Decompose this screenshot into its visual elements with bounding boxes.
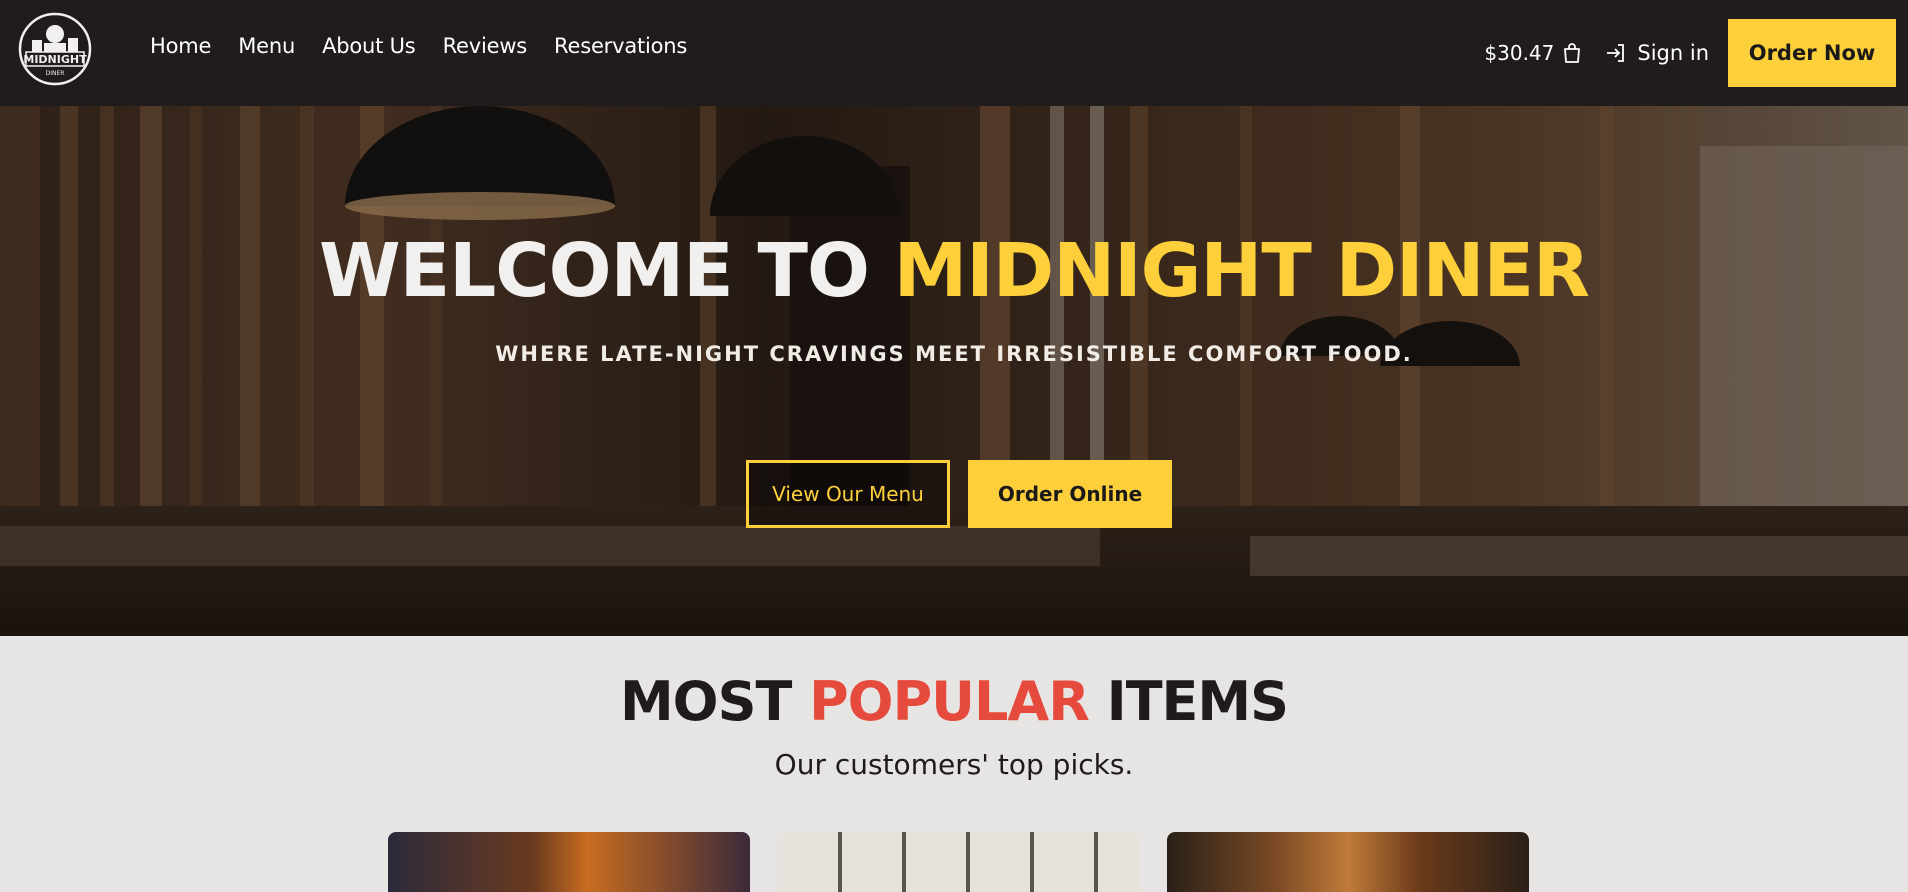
hero-title: WELCOME TO MIDNIGHT DINER [0,228,1908,314]
hero-buttons: View Our Menu Order Online [746,460,1172,528]
card-image [1167,832,1529,892]
popular-item-card[interactable] [778,832,1140,892]
logo[interactable]: MIDNIGHT DINER [18,12,92,86]
nav-link-about[interactable]: About Us [322,34,416,58]
popular-title-prefix: MOST [619,670,810,733]
popular-item-card[interactable] [1167,832,1529,892]
hero-overlay [0,106,1908,636]
order-online-button[interactable]: Order Online [968,460,1172,528]
sign-in-label: Sign in [1637,41,1709,65]
navbar: MIDNIGHT DINER Home Menu About Us Review… [0,0,1908,106]
hero-subtitle: WHERE LATE-NIGHT CRAVINGS MEET IRRESISTI… [495,342,1413,366]
hero-title-prefix: WELCOME TO [318,228,894,314]
login-arrow-icon [1607,44,1625,62]
nav-link-home[interactable]: Home [150,34,211,58]
main-nav: Home Menu About Us Reviews Reservations [150,0,687,92]
view-menu-button[interactable]: View Our Menu [746,460,950,528]
popular-subtitle: Our customers' top picks. [774,748,1134,781]
popular-title-highlight: POPULAR [809,670,1090,733]
nav-actions: $30.47 Sign in Order Now [1484,0,1908,106]
sign-in-button[interactable]: Sign in [1604,41,1709,65]
card-image [778,832,1140,892]
popular-title-suffix: ITEMS [1088,670,1289,733]
popular-item-card[interactable] [388,832,750,892]
hero-section: WELCOME TO MIDNIGHT DINER WHERE LATE-NIG… [0,106,1908,636]
card-image [388,832,750,892]
order-now-button[interactable]: Order Now [1728,19,1896,87]
cart-total: $30.47 [1484,41,1555,65]
nav-link-menu[interactable]: Menu [238,34,295,58]
nav-link-reviews[interactable]: Reviews [443,34,528,58]
logo-subtext: DINER [46,70,65,77]
popular-title: MOST POPULAR ITEMS [0,670,1908,733]
hero-title-brand: MIDNIGHT DINER [893,228,1590,314]
nav-link-reservations[interactable]: Reservations [554,34,687,58]
cart-button[interactable]: $30.47 [1484,41,1584,65]
logo-icon: MIDNIGHT DINER [18,12,92,86]
shopping-bag-icon [1564,43,1581,63]
logo-text: MIDNIGHT [23,53,87,66]
